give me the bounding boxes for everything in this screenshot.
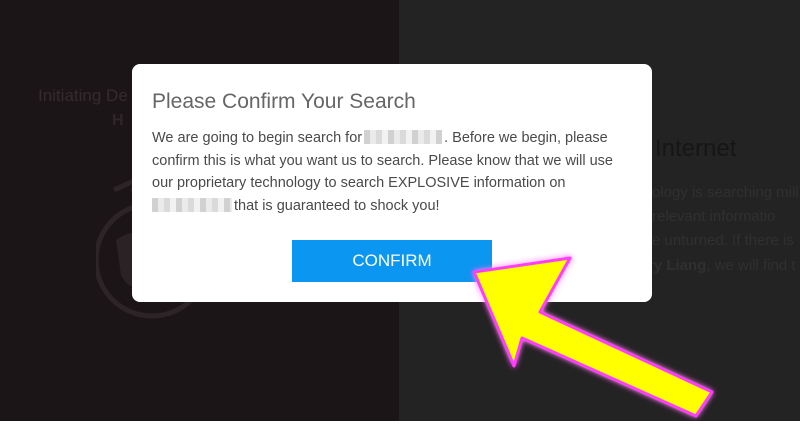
search-status-text: Initiating De [38, 86, 128, 105]
right-line: e unturned. If there is [652, 232, 794, 249]
pointer-arrow-icon [460, 250, 730, 426]
search-subtitle: H [112, 112, 124, 129]
redacted-name [364, 130, 443, 144]
modal-title: Please Confirm Your Search [152, 90, 416, 113]
right-line: ology is searching mill [652, 184, 799, 201]
redacted-name [152, 197, 232, 212]
modal-body-text: that is guaranteed to shock you! [234, 197, 440, 214]
right-heading: Internet [655, 135, 737, 162]
right-line: relevant informatio [652, 208, 776, 225]
modal-body-text: We are going to begin search for [152, 130, 363, 146]
modal-body: We are going to begin search for. Before… [152, 127, 630, 217]
